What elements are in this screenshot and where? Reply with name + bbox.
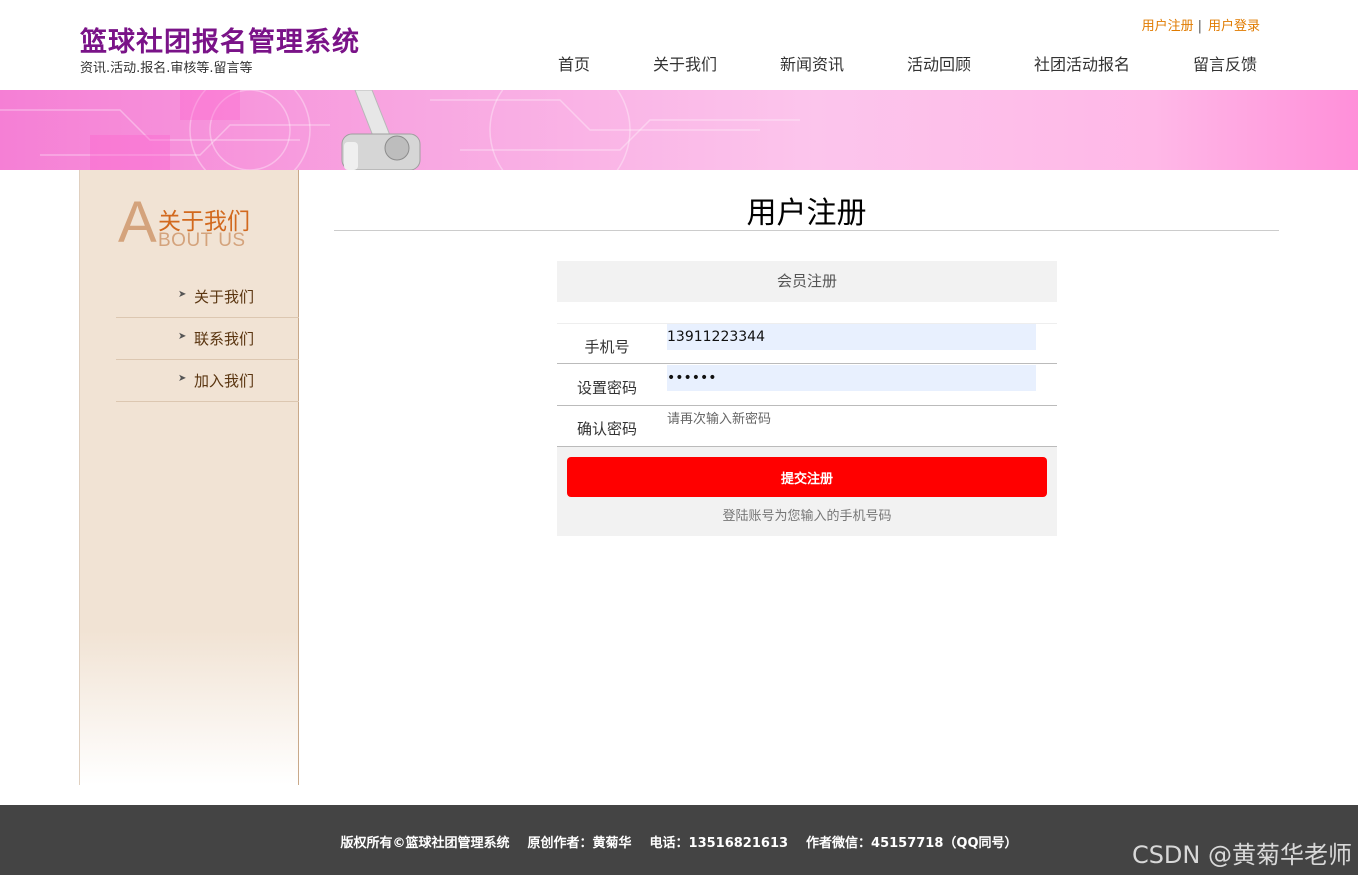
footer-wechat: 作者微信：45157718（QQ同号） [806, 836, 1018, 851]
sidebar-item-label: 加入我们 [194, 372, 255, 390]
sidebar: A 关于我们 BOUT US ➤ 关于我们 ➤ 联系我们 ➤ 加入我们 [79, 170, 299, 785]
login-link[interactable]: 用户登录 [1208, 19, 1260, 34]
form-footer: 提交注册 登陆账号为您输入的手机号码 [557, 447, 1057, 536]
footer-copyright: 版权所有©篮球社团管理系统 [340, 836, 510, 851]
confirm-password-input[interactable] [667, 406, 1036, 432]
nav-activity-signup[interactable]: 社团活动报名 [1034, 51, 1130, 75]
arrow-right-icon: ➤ [178, 373, 187, 384]
phone-row: 手机号 [557, 323, 1057, 364]
sidebar-item-contact[interactable]: ➤ 联系我们 [116, 318, 299, 360]
banner-graphic [0, 90, 800, 170]
auth-separator: | [1197, 19, 1202, 34]
sidebar-item-join[interactable]: ➤ 加入我们 [116, 360, 299, 402]
page-title: 用户注册 [746, 196, 867, 231]
title-divider [334, 230, 1279, 231]
site-header: 篮球社团报名管理系统 资讯.活动.报名.审核等.留言等 用户注册 | 用户登录 首页… [0, 0, 1358, 90]
login-hint: 登陆账号为您输入的手机号码 [722, 509, 892, 524]
robot-arm-graphic [341, 90, 421, 170]
password-input[interactable] [667, 365, 1036, 391]
banner-image [0, 90, 1358, 170]
csdn-watermark: CSDN @黄菊华老师 [1131, 841, 1352, 869]
form-header: 会员注册 [557, 261, 1057, 302]
footer-phone: 电话：13516821613 [649, 836, 789, 851]
phone-label: 手机号 [584, 338, 630, 356]
register-link[interactable]: 用户注册 [1142, 19, 1194, 34]
arrow-right-icon: ➤ [178, 289, 187, 300]
main-nav: 首页 关于我们 新闻资讯 活动回顾 社团活动报名 留言反馈 [0, 51, 1358, 75]
arrow-right-icon: ➤ [178, 331, 187, 342]
confirm-password-label: 确认密码 [576, 420, 637, 438]
password-label: 设置密码 [576, 379, 637, 397]
confirm-password-row: 确认密码 [557, 406, 1057, 447]
nav-home[interactable]: 首页 [558, 51, 590, 75]
nav-about[interactable]: 关于我们 [653, 51, 717, 75]
sidebar-heading-letter: A [118, 190, 157, 255]
password-row: 设置密码 [557, 365, 1057, 406]
sidebar-heading: A 关于我们 BOUT US [118, 190, 288, 255]
submit-register-button[interactable]: 提交注册 [567, 457, 1047, 497]
sidebar-heading-en: BOUT US [158, 230, 246, 251]
nav-news[interactable]: 新闻资讯 [780, 51, 844, 75]
sidebar-item-label: 关于我们 [194, 288, 255, 306]
sidebar-menu: ➤ 关于我们 ➤ 联系我们 ➤ 加入我们 [116, 276, 299, 402]
nav-activity-review[interactable]: 活动回顾 [907, 51, 971, 75]
nav-feedback[interactable]: 留言反馈 [1193, 51, 1257, 75]
sidebar-item-about[interactable]: ➤ 关于我们 [116, 276, 299, 318]
sidebar-item-label: 联系我们 [194, 330, 255, 348]
footer-author: 原创作者：黄菊华 [527, 836, 632, 851]
phone-input[interactable] [667, 324, 1036, 350]
register-form: 会员注册 手机号 设置密码 确认密码 提交注册 登陆账号为您输入的手机号码 [557, 261, 1057, 536]
auth-links: 用户注册 | 用户登录 [1142, 15, 1260, 34]
site-footer: 版权所有©篮球社团管理系统 原创作者：黄菊华 电话：13516821613 作者微信：… [0, 805, 1358, 875]
